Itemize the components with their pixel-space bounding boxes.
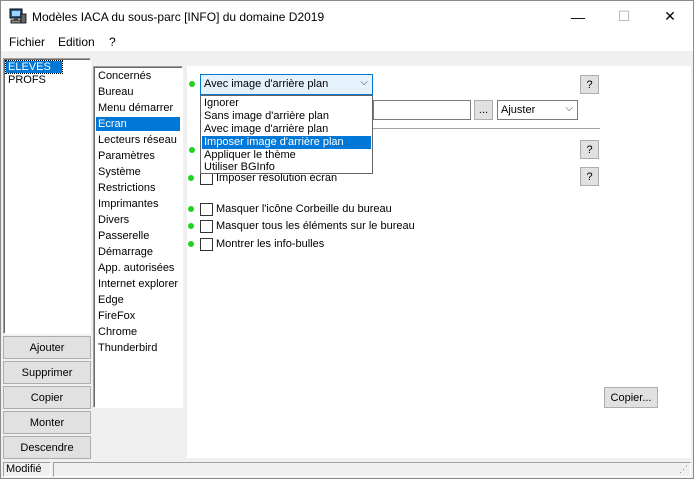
checkbox-row[interactable]: Montrer les info-bulles bbox=[188, 237, 488, 251]
help-button[interactable]: ? bbox=[580, 167, 599, 186]
dropdown-option-highlighted[interactable]: Imposer image d'arrière plan bbox=[202, 136, 371, 149]
help-button[interactable]: ? bbox=[580, 140, 599, 159]
category-item[interactable]: Paramètres bbox=[96, 149, 157, 163]
app-icon bbox=[9, 8, 27, 24]
category-item[interactable]: Edge bbox=[96, 293, 126, 307]
dropdown-option[interactable]: Sans image d'arrière plan bbox=[202, 110, 371, 123]
status-dot bbox=[188, 175, 194, 181]
checkbox-label: Masquer l'icône Corbeille du bureau bbox=[216, 203, 392, 215]
parc-item-eleves[interactable]: ELEVES bbox=[5, 60, 63, 74]
dropdown-option[interactable]: Ignorer bbox=[202, 97, 371, 110]
status-dot bbox=[188, 206, 194, 212]
category-item[interactable]: Menu démarrer bbox=[96, 101, 175, 115]
status-dot bbox=[189, 147, 195, 153]
category-item[interactable]: Imprimantes bbox=[96, 197, 161, 211]
chevron-down-icon: ⌵ bbox=[360, 77, 368, 88]
menu-bar: Fichier Edition ? bbox=[1, 32, 693, 51]
checkbox[interactable] bbox=[200, 238, 213, 251]
category-item[interactable]: Thunderbird bbox=[96, 341, 159, 355]
parc-list[interactable]: ELEVES PROFS bbox=[3, 58, 91, 334]
title-bar: Modèles IACA du sous-parc [INFO] du doma… bbox=[1, 1, 693, 32]
image-path-input[interactable] bbox=[373, 100, 471, 120]
resize-grip-icon[interactable]: ⋰ bbox=[679, 464, 688, 475]
dropdown-option[interactable]: Avec image d'arrière plan bbox=[202, 123, 371, 136]
close-button[interactable]: ✕ bbox=[647, 1, 693, 32]
monter-button[interactable]: Monter bbox=[3, 411, 91, 434]
chevron-down-icon: ⌵ bbox=[565, 103, 573, 114]
checkbox[interactable] bbox=[200, 220, 213, 233]
browse-button[interactable]: ... bbox=[474, 100, 493, 120]
category-item[interactable]: Concernés bbox=[96, 69, 153, 83]
category-item[interactable]: Système bbox=[96, 165, 143, 179]
fit-mode-combo[interactable]: Ajuster ⌵ bbox=[497, 100, 578, 120]
dropdown-option[interactable]: Utiliser BGInfo bbox=[202, 161, 371, 174]
category-item-ecran[interactable]: Ecran bbox=[96, 117, 180, 131]
status-dot bbox=[189, 81, 195, 87]
category-item[interactable]: Restrictions bbox=[96, 181, 157, 195]
checkbox-label: Masquer tous les éléments sur le bureau bbox=[216, 220, 415, 232]
fit-mode-value: Ajuster bbox=[501, 104, 536, 116]
background-mode-dropdown[interactable]: Ignorer Sans image d'arrière plan Avec i… bbox=[200, 95, 373, 174]
checkbox-row[interactable]: Masquer tous les éléments sur le bureau bbox=[188, 219, 488, 233]
category-item[interactable]: Lecteurs réseau bbox=[96, 133, 179, 147]
category-item[interactable]: Démarrage bbox=[96, 245, 155, 259]
minimize-button[interactable]: — bbox=[555, 1, 601, 32]
category-item[interactable]: App. autorisées bbox=[96, 261, 176, 275]
parc-item-profs[interactable]: PROFS bbox=[6, 74, 48, 86]
help-button[interactable]: ? bbox=[580, 75, 599, 94]
status-panel: ⋰ bbox=[53, 462, 691, 477]
category-item[interactable]: Bureau bbox=[96, 85, 135, 99]
menu-help[interactable]: ? bbox=[109, 35, 116, 49]
copy-settings-button[interactable]: Copier... bbox=[604, 387, 658, 408]
category-item[interactable]: Internet explorer bbox=[96, 277, 180, 291]
status-dot bbox=[188, 241, 194, 247]
category-item[interactable]: Passerelle bbox=[96, 229, 151, 243]
checkbox-label: Montrer les info-bulles bbox=[216, 238, 325, 250]
maximize-button[interactable]: ☐ bbox=[601, 1, 647, 32]
supprimer-button[interactable]: Supprimer bbox=[3, 361, 91, 384]
category-item[interactable]: FireFox bbox=[96, 309, 137, 323]
checkbox-row[interactable]: Masquer l'icône Corbeille du bureau bbox=[188, 202, 488, 216]
checkbox[interactable] bbox=[200, 203, 213, 216]
copier-button[interactable]: Copier bbox=[3, 386, 91, 409]
background-mode-value: Avec image d'arrière plan bbox=[204, 78, 329, 90]
status-bar: Modifié ⋰ bbox=[1, 461, 693, 478]
status-dot bbox=[188, 223, 194, 229]
menu-fichier[interactable]: Fichier bbox=[9, 35, 45, 49]
background-mode-combo[interactable]: Avec image d'arrière plan ⌵ bbox=[200, 74, 373, 95]
category-item[interactable]: Chrome bbox=[96, 325, 139, 339]
category-list[interactable]: Concernés Bureau Menu démarrer Ecran Lec… bbox=[93, 66, 183, 408]
ajouter-button[interactable]: Ajouter bbox=[3, 336, 91, 359]
menu-edition[interactable]: Edition bbox=[58, 35, 95, 49]
status-text: Modifié bbox=[3, 462, 51, 477]
window-title: Modèles IACA du sous-parc [INFO] du doma… bbox=[32, 10, 325, 24]
main-window: Modèles IACA du sous-parc [INFO] du doma… bbox=[0, 0, 694, 479]
category-item[interactable]: Divers bbox=[96, 213, 131, 227]
descendre-button[interactable]: Descendre bbox=[3, 436, 91, 459]
